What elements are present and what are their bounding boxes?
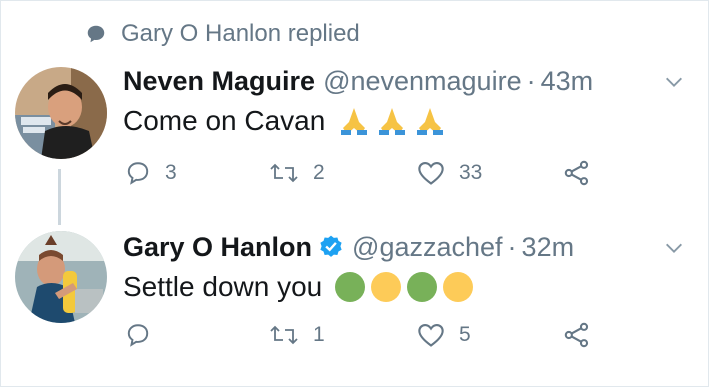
like-count: 33 [459,161,483,184]
reply-icon [127,324,149,347]
green-circle-emoji [335,272,366,302]
user-handle[interactable]: @gazzachef [352,232,503,263]
like-button[interactable]: 5 [417,317,471,353]
avatar[interactable] [15,67,107,159]
retweet-icon [270,325,298,345]
heart-icon [418,324,444,347]
speech-bubble-icon [87,25,105,43]
timestamp[interactable]: 32m [522,232,575,263]
chevron-down-icon[interactable] [663,71,685,93]
separator-dot: · [526,65,536,96]
display-name[interactable]: Neven Maguire [123,66,315,97]
emoji-group [337,106,447,136]
avatar[interactable] [15,231,107,323]
tweet-text-content: Come on Cavan [123,105,326,136]
tweet-actions: 1 5 [123,317,623,353]
reply-count: 3 [165,161,177,184]
share-button[interactable] [563,155,591,191]
tweet-text: Settle down you [123,267,474,307]
tweet-header: Neven Maguire @nevenmaguire · 43m [123,63,593,99]
share-button[interactable] [563,317,591,353]
tweet-header: Gary O Hanlon @gazzachef · 32m [123,229,574,265]
yellow-circle-emoji [443,272,474,302]
thread-connector-line [58,169,61,225]
folded-hands-emoji [341,108,368,135]
retweet-count: 1 [313,323,325,346]
reply-button[interactable] [125,317,165,353]
yellow-circle-emoji [371,272,402,302]
retweet-count: 2 [313,161,325,184]
avatar-photo [15,231,107,323]
retweet-button[interactable]: 2 [269,155,325,191]
tweet-thread-card: Gary O Hanlon replied Neven Maguire @nev… [0,0,709,387]
chevron-down-icon[interactable] [663,237,685,259]
tweet-text-content: Settle down you [123,271,323,302]
user-handle[interactable]: @nevenmaguire [323,66,522,97]
share-icon [564,160,589,186]
reply-context-text: Gary O Hanlon replied [121,20,360,47]
tweet-actions: 3 2 33 [123,155,623,191]
tweet-text: Come on Cavan [123,101,447,141]
share-icon [564,322,589,348]
folded-hands-emoji [417,108,444,135]
like-button[interactable]: 33 [417,155,482,191]
like-count: 5 [459,323,471,346]
display-name[interactable]: Gary O Hanlon [123,232,312,263]
emoji-group [334,271,474,303]
green-circle-emoji [407,272,438,302]
avatar-photo [15,67,107,159]
retweet-button[interactable]: 1 [269,317,325,353]
reply-button[interactable]: 3 [125,155,177,191]
timestamp[interactable]: 43m [541,66,594,97]
reply-icon [127,162,149,185]
folded-hands-emoji [379,108,406,135]
heart-icon [418,162,444,185]
separator-dot: · [507,231,517,262]
retweet-icon [270,163,298,183]
verified-badge-icon [320,235,342,257]
reply-context[interactable]: Gary O Hanlon replied [85,17,360,51]
